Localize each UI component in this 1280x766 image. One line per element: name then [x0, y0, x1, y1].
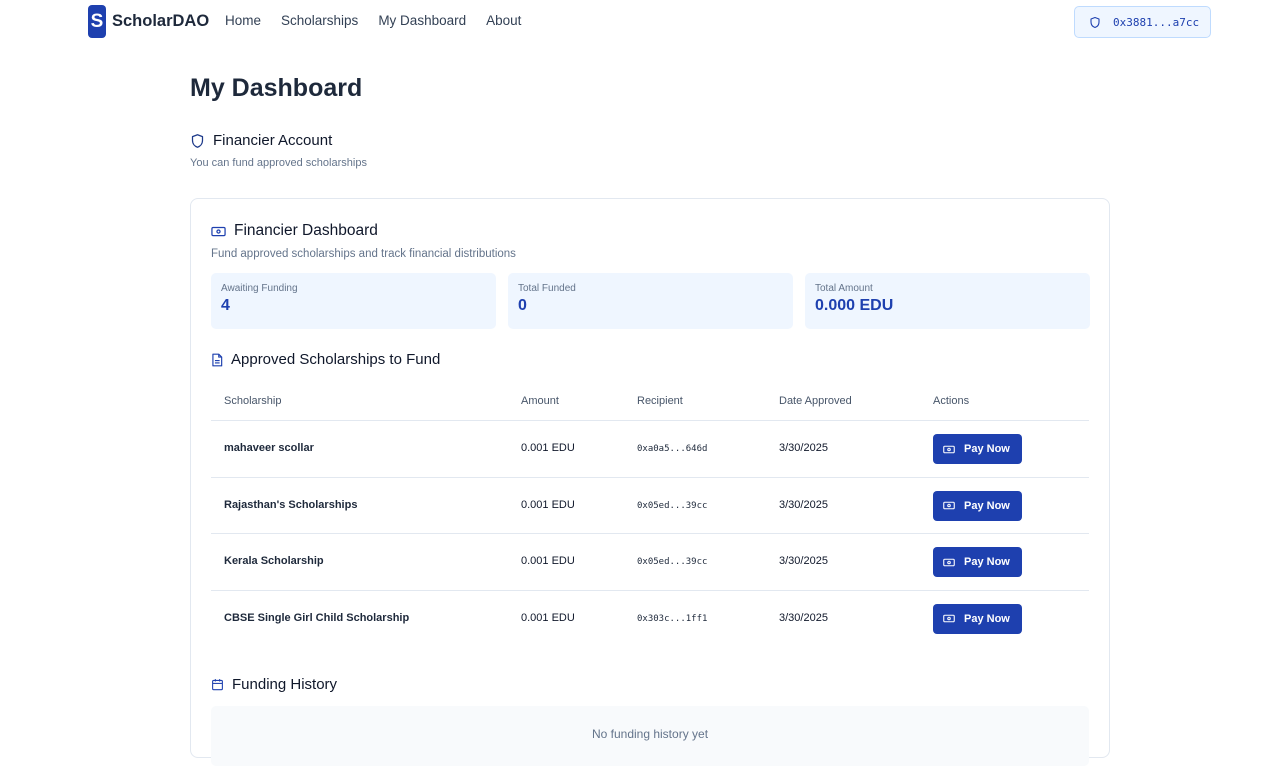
table-row: Rajasthan's Scholarships 0.001 EDU 0x05e…	[211, 478, 1089, 534]
date-approved: 3/30/2025	[779, 555, 828, 567]
stat-value: 0.000 EDU	[815, 297, 894, 314]
banknote-icon	[943, 501, 955, 510]
amount: 0.001 EDU	[521, 442, 575, 454]
stat-label: Total Amount	[815, 283, 873, 294]
document-icon	[211, 353, 223, 367]
wallet-address: 0x3881...a7cc	[1113, 15, 1200, 29]
account-header: Financier Account	[190, 132, 332, 149]
recipient-address: 0xa0a5...646d	[637, 444, 708, 454]
table-row: CBSE Single Girl Child Scholarship 0.001…	[211, 591, 1089, 648]
amount: 0.001 EDU	[521, 611, 575, 624]
scholarship-name: Rajasthan's Scholarships	[224, 498, 358, 511]
col-actions: Actions	[933, 395, 970, 407]
card-header: Financier Dashboard	[211, 222, 378, 240]
col-recipient: Recipient	[637, 395, 683, 407]
recipient-address: 0x05ed...39cc	[637, 500, 708, 511]
table-header: Scholarship Amount Recipient Date Approv…	[211, 383, 1089, 421]
page-title: My Dashboard	[190, 74, 363, 102]
stat-value: 4	[221, 297, 230, 314]
empty-state-text: No funding history yet	[591, 727, 709, 741]
wallet-button[interactable]: 0x3881...a7cc	[1074, 6, 1211, 38]
financier-dashboard-card: Financier Dashboard Fund approved schola…	[190, 198, 1110, 766]
card-title: Financier Dashboard	[234, 222, 378, 239]
banknote-icon	[943, 445, 955, 454]
calendar-icon	[211, 678, 224, 691]
logo-text: ScholarDAO	[112, 12, 210, 30]
pay-now-label: Pay Now	[964, 556, 1010, 568]
shield-icon	[190, 133, 205, 149]
scholarship-name: CBSE Single Girl Child Scholarship	[224, 611, 410, 624]
scholarship-name: Kerala Scholarship	[224, 555, 324, 567]
stat-awaiting-funding: Awaiting Funding 4	[211, 273, 496, 329]
logo[interactable]: S ScholarDAO	[88, 5, 209, 38]
approved-title: Approved Scholarships to Fund	[231, 351, 441, 368]
logo-mark: S	[88, 5, 106, 38]
pay-now-button[interactable]: Pay Now	[933, 603, 1022, 634]
pay-now-label: Pay Now	[964, 499, 1010, 512]
stat-total-funded: Total Funded 0	[508, 273, 793, 329]
table-row: mahaveer scollar 0.001 EDU 0xa0a5...646d…	[211, 421, 1089, 478]
nav-link-my-dashboard[interactable]: My Dashboard	[378, 13, 466, 28]
pay-now-button[interactable]: Pay Now	[933, 434, 1022, 464]
pay-now-label: Pay Now	[964, 443, 1010, 455]
scholarship-name: mahaveer scollar	[224, 442, 314, 454]
banknote-icon	[943, 558, 955, 567]
top-nav: S ScholarDAO Home Scholarships My Dashbo…	[0, 0, 1280, 44]
table-row: Kerala Scholarship 0.001 EDU 0x05ed...39…	[211, 534, 1089, 591]
date-approved: 3/30/2025	[779, 498, 828, 511]
col-date-approved: Date Approved	[779, 395, 852, 407]
account-subtitle: You can fund approved scholarships	[190, 157, 367, 169]
col-amount: Amount	[521, 395, 559, 407]
funding-history-panel: No funding history yet	[211, 706, 1089, 766]
amount: 0.001 EDU	[521, 498, 575, 511]
nav-link-about[interactable]: About	[486, 13, 521, 28]
stat-label: Awaiting Funding	[221, 283, 298, 294]
stat-value: 0	[518, 297, 527, 314]
approved-table: Scholarship Amount Recipient Date Approv…	[211, 383, 1089, 647]
stat-total-amount: Total Amount 0.000 EDU	[805, 273, 1090, 329]
approved-header: Approved Scholarships to Fund	[211, 351, 440, 368]
nav-link-home[interactable]: Home	[225, 13, 261, 28]
history-header: Funding History	[211, 676, 337, 693]
nav-link-scholarships[interactable]: Scholarships	[281, 13, 358, 28]
date-approved: 3/30/2025	[779, 611, 828, 624]
pay-now-label: Pay Now	[964, 612, 1010, 625]
banknote-icon	[943, 614, 955, 623]
card-subtitle: Fund approved scholarships and track fin…	[211, 248, 516, 260]
stat-label: Total Funded	[518, 283, 576, 294]
recipient-address: 0x05ed...39cc	[637, 557, 708, 567]
pay-now-button[interactable]: Pay Now	[933, 547, 1022, 577]
shield-icon	[1089, 16, 1101, 29]
banknote-icon	[211, 226, 226, 237]
col-scholarship: Scholarship	[224, 395, 282, 407]
pay-now-button[interactable]: Pay Now	[933, 490, 1022, 521]
account-title: Financier Account	[213, 132, 333, 149]
history-title: Funding History	[232, 676, 338, 693]
amount: 0.001 EDU	[521, 555, 575, 567]
recipient-address: 0x303c...1ff1	[637, 613, 708, 624]
date-approved: 3/30/2025	[779, 442, 828, 454]
nav-links: Home Scholarships My Dashboard About	[225, 13, 541, 28]
